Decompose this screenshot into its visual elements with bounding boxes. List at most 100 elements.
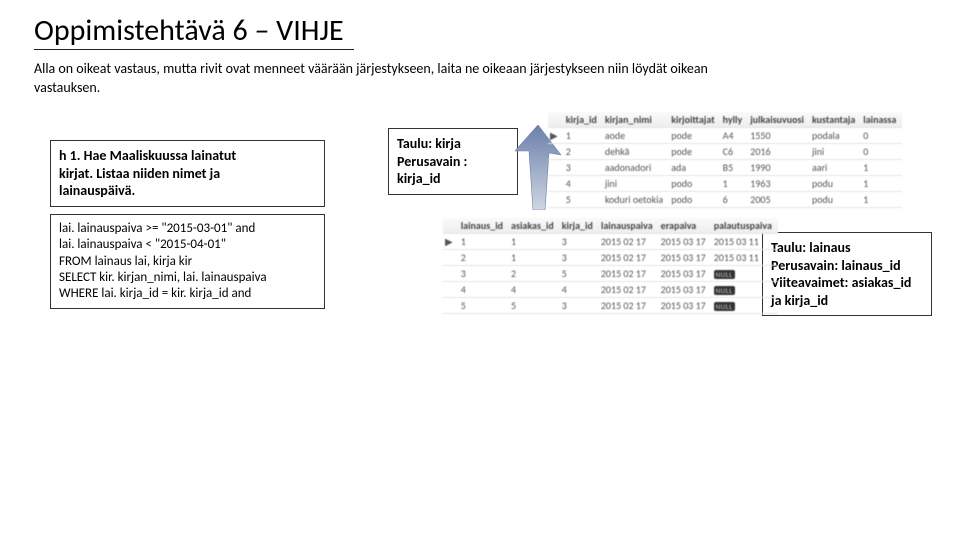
taulu-lainaus-box: Taulu: lainaus Perusavain: lainaus_id Vi… (762, 232, 932, 316)
lainaus-table: lainaus_idasiakas_idkirja_idlainauspaiva… (443, 218, 778, 314)
table-cell: 1 (861, 176, 902, 192)
h1-line1: h 1. Hae Maaliskuussa lainatut (59, 147, 236, 164)
table-cell: C6 (721, 144, 749, 160)
table-row: ▶1132015 02 172015 03 172015 03 11 (443, 234, 778, 250)
table-header: erapaiva (659, 218, 712, 234)
table-cell (548, 144, 564, 160)
table-cell: 2 (509, 266, 560, 282)
table-cell: 1 (509, 250, 560, 266)
h1-line2: kirjat. Listaa niiden nimet ja (59, 165, 220, 182)
table-cell: 1 (861, 192, 902, 208)
table-cell: ada (669, 160, 720, 176)
table-cell (548, 176, 564, 192)
table-header: lainauspaiva (599, 218, 659, 234)
table-cell: 1963 (748, 176, 810, 192)
table-cell: 2015 03 17 (659, 266, 712, 282)
table-header: kustantaja (810, 112, 861, 128)
table-cell (443, 266, 459, 282)
sql-lines-box: lai. lainauspaiva >= "2015-03-01" and la… (50, 214, 325, 309)
table-cell: 4 (459, 282, 509, 298)
lainaus-line3: Viiteavaimet: asiakas_id (771, 274, 911, 291)
table-header (548, 112, 564, 128)
table-cell: 1 (721, 176, 749, 192)
table-cell: 4 (509, 282, 560, 298)
table-cell: 2015 03 11 (712, 234, 778, 250)
table-cell: 0 (861, 128, 902, 144)
table-cell: 1550 (748, 128, 810, 144)
table-cell (443, 298, 459, 314)
table-cell: aode (603, 128, 669, 144)
table-cell: 2 (459, 250, 509, 266)
table-row: 4442015 02 172015 03 17NULL (443, 282, 778, 298)
table-cell: pode (669, 144, 720, 160)
table-cell: jini (810, 144, 861, 160)
table-cell: 2015 02 17 (599, 234, 659, 250)
table-cell: 4 (560, 282, 599, 298)
sql-line-4: SELECT kir. kirjan_nimi, lai. lainauspai… (59, 270, 267, 285)
table-cell: podu (810, 176, 861, 192)
table-cell: 2015 03 11 (712, 250, 778, 266)
table-cell: 3 (560, 298, 599, 314)
table-header: kirja_id (564, 112, 603, 128)
table-cell: podo (669, 192, 720, 208)
table-header: kirjoittajat (669, 112, 720, 128)
table-row: 4jinipodo11963podu1 (548, 176, 902, 192)
table-cell: 1 (564, 128, 603, 144)
table-cell: 2015 03 17 (659, 282, 712, 298)
subtitle-line2: vastauksen. (34, 79, 100, 96)
table-cell: 2 (564, 144, 603, 160)
table-cell (548, 160, 564, 176)
table-cell: aari (810, 160, 861, 176)
table-cell: 2015 02 17 (599, 298, 659, 314)
table-header: julkaisuvuosi (748, 112, 810, 128)
table-cell: 3 (560, 250, 599, 266)
table-cell: 5 (509, 298, 560, 314)
lainaus-line1: Taulu: lainaus (771, 239, 851, 256)
page-title: Oppimistehtävä 6 – VIHJE (34, 12, 354, 50)
table-cell: ▶ (548, 128, 564, 144)
table-cell: 2015 03 17 (659, 234, 712, 250)
table-header: palautuspaiva (712, 218, 778, 234)
table-header: hylly (721, 112, 749, 128)
taulu-kirja-box: Taulu: kirja Perusavain : kirja_id (388, 128, 518, 195)
table-cell: 2015 02 17 (599, 266, 659, 282)
table-cell (443, 250, 459, 266)
table-cell: 3 (459, 266, 509, 282)
table-header (443, 218, 459, 234)
table-cell: 3 (560, 234, 599, 250)
table-cell: dehkä (603, 144, 669, 160)
table-row: ▶1aodepodeA41550podala0 (548, 128, 902, 144)
table-cell: A4 (721, 128, 749, 144)
table-cell (443, 282, 459, 298)
table-cell: pode (669, 128, 720, 144)
table-cell: B5 (721, 160, 749, 176)
table-cell: koduri oetokia (603, 192, 669, 208)
table-cell: 2015 02 17 (599, 282, 659, 298)
table-cell: 5 (459, 298, 509, 314)
kirja-line3: kirja_id (397, 170, 441, 187)
table-cell: podala (810, 128, 861, 144)
sql-line-5: WHERE lai. kirja_id = kir. kirja_id and (59, 286, 251, 301)
kirja-line2: Perusavain : (397, 153, 467, 170)
table-cell: 2005 (748, 192, 810, 208)
null-badge: NULL (714, 286, 735, 295)
table-cell: 6 (721, 192, 749, 208)
table-row: 3aadonadoriadaB51990aari1 (548, 160, 902, 176)
table-cell: aadonadori (603, 160, 669, 176)
table-row: 5koduri oetokiapodo62005podu1 (548, 192, 902, 208)
table-cell: NULL (712, 298, 778, 314)
table-cell: 1990 (748, 160, 810, 176)
kirja-table: kirja_idkirjan_nimikirjoittajathyllyjulk… (548, 112, 902, 208)
table-row: 3252015 02 172015 03 17NULL (443, 266, 778, 282)
table-row: 2132015 02 172015 03 172015 03 11 (443, 250, 778, 266)
exercise-h1-box: h 1. Hae Maaliskuussa lainatut kirjat. L… (50, 140, 325, 207)
table-cell: 1 (509, 234, 560, 250)
sql-line-1: lai. lainauspaiva >= "2015-03-01" and (59, 221, 255, 236)
lainaus-line2: Perusavain: lainaus_id (771, 257, 901, 274)
table-cell: 2015 02 17 (599, 250, 659, 266)
subtitle: Alla on oikeat vastaus, mutta rivit ovat… (34, 60, 926, 98)
table-cell: 2015 03 17 (659, 298, 712, 314)
table-cell: 3 (564, 160, 603, 176)
table-cell: NULL (712, 282, 778, 298)
null-badge: NULL (714, 302, 735, 311)
